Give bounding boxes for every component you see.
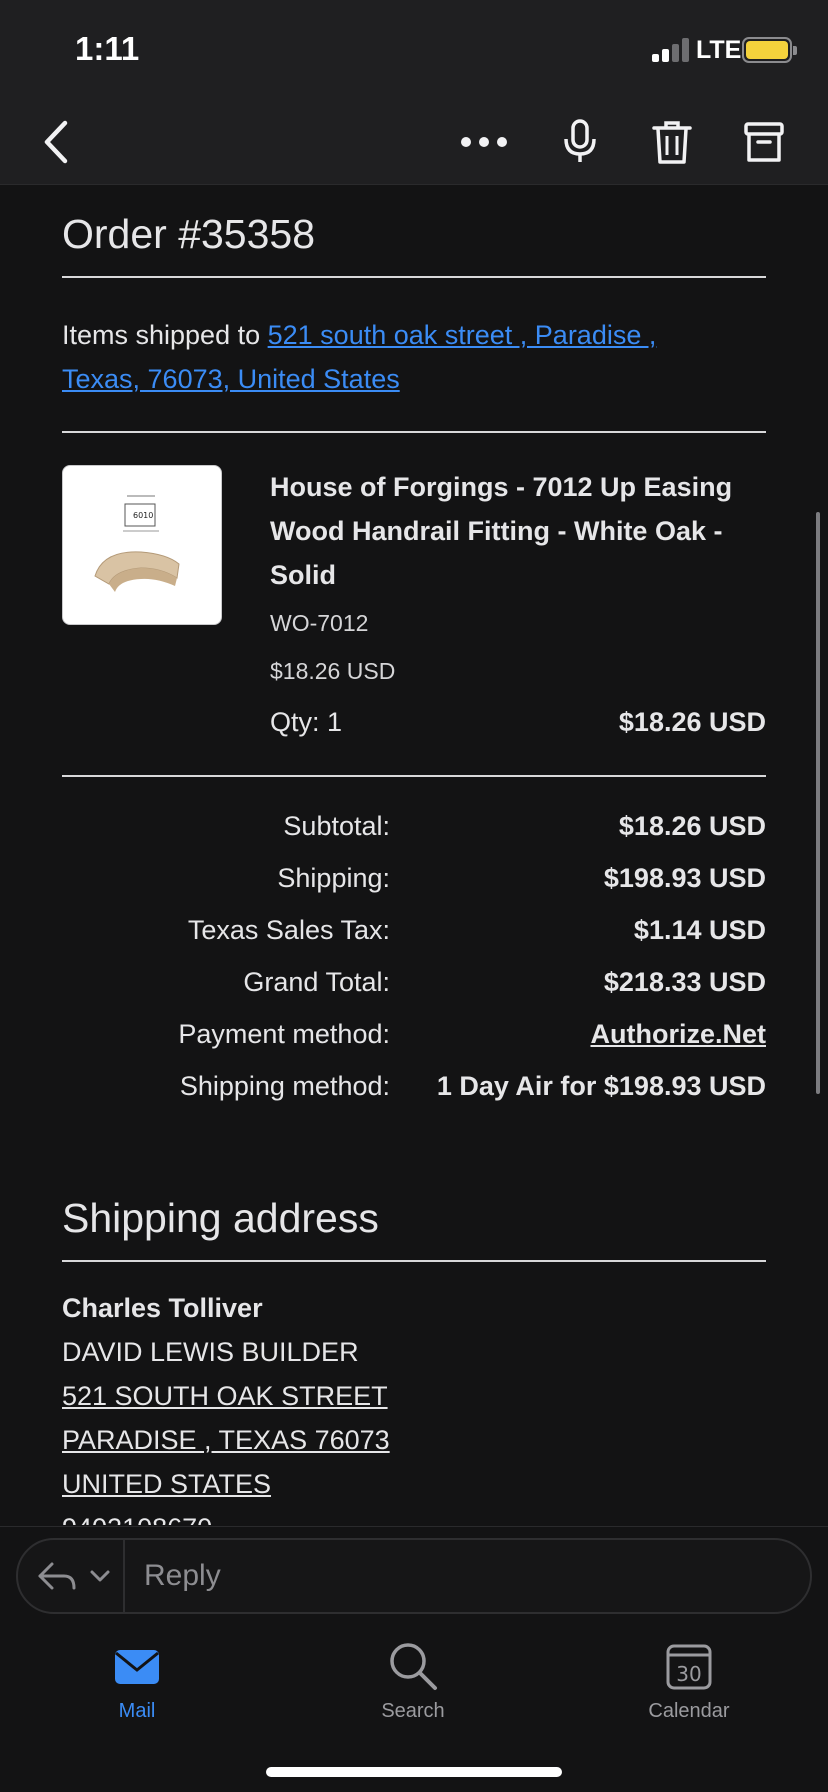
svg-text:6010: 6010 — [133, 511, 153, 520]
shipping-company: DAVID LEWIS BUILDER — [62, 1337, 359, 1367]
reply-bar: Reply — [0, 1526, 828, 1622]
more-icon — [461, 137, 507, 147]
reply-options-button[interactable] — [36, 1558, 126, 1598]
reply-arrow-icon — [38, 1562, 110, 1590]
totals-label: Shipping method: — [179, 1071, 390, 1101]
home-indicator[interactable] — [266, 1767, 562, 1777]
trash-icon — [652, 121, 692, 164]
divider — [62, 1260, 766, 1262]
status-bar: 1:11 LTE — [0, 0, 828, 100]
divider — [62, 431, 766, 433]
tab-label: Mail — [118, 1700, 156, 1722]
totals-value: $198.93 USD — [603, 863, 766, 893]
shipping-address-title: Shipping address — [62, 1195, 379, 1241]
divider — [62, 775, 766, 777]
totals-label: Payment method: — [178, 1019, 390, 1049]
back-chevron-icon — [44, 120, 68, 164]
tab-label: Calendar — [648, 1700, 730, 1722]
totals-value: $218.33 USD — [603, 967, 766, 997]
scrollbar[interactable] — [816, 512, 820, 1094]
more-button[interactable] — [458, 116, 510, 168]
tab-mail[interactable]: Mail — [67, 1640, 207, 1723]
totals-label: Subtotal: — [283, 811, 390, 841]
network-type: LTE — [696, 36, 742, 64]
calendar-day: 30 — [676, 1662, 701, 1686]
totals-row-payment-method: Payment method: Authorize.Net — [62, 1019, 766, 1059]
totals-row-shipping-method: Shipping method: 1 Day Air for $198.93 U… — [62, 1071, 766, 1111]
signal-strength-icon — [652, 38, 689, 62]
shipped-to-label: Items shipped to — [62, 320, 268, 350]
shipping-street-link[interactable]: 521 SOUTH OAK STREET — [62, 1381, 388, 1412]
product-image[interactable]: 6010 — [62, 465, 222, 625]
payment-method-link[interactable]: Authorize.Net — [591, 1019, 767, 1050]
product-sku: WO-7012 — [270, 610, 369, 636]
shipping-city-link[interactable]: PARADISE , TEXAS 76073 — [62, 1425, 390, 1456]
calendar-icon: 30 — [666, 1644, 712, 1690]
archive-icon — [744, 122, 784, 162]
totals-label: Texas Sales Tax: — [187, 915, 390, 945]
back-button[interactable] — [30, 116, 82, 168]
reply-field[interactable]: Reply — [16, 1538, 812, 1614]
totals-value: $1.14 USD — [633, 915, 766, 945]
totals-row-grand-total: Grand Total: $218.33 USD — [62, 967, 766, 1007]
email-body[interactable]: Order #35358 Items shipped to 521 south … — [0, 185, 828, 1525]
totals-value: $18.26 USD — [618, 811, 766, 841]
order-title: Order #35358 — [62, 211, 316, 257]
tab-search[interactable]: Search — [343, 1640, 483, 1723]
shipping-country-link[interactable]: UNITED STATES — [62, 1469, 271, 1500]
shipped-to-text: Items shipped to 521 south oak street , … — [62, 313, 766, 401]
message-toolbar — [0, 100, 828, 185]
shipping-phone-link[interactable]: 9402108670 — [62, 1513, 212, 1525]
totals-row-tax: Texas Sales Tax: $1.14 USD — [62, 915, 766, 955]
product-name: House of Forgings - 7012 Up Easing Wood … — [270, 472, 733, 590]
tab-label: Search — [381, 1700, 445, 1722]
microphone-icon — [564, 119, 596, 162]
search-icon — [390, 1643, 437, 1690]
shipping-name: Charles Tolliver — [62, 1293, 263, 1323]
totals-value: 1 Day Air for $198.93 USD — [436, 1071, 766, 1101]
totals-label: Shipping: — [277, 863, 390, 893]
totals-row-shipping: Shipping: $198.93 USD — [62, 863, 766, 903]
dictation-button[interactable] — [554, 116, 606, 168]
reply-separator — [123, 1540, 125, 1612]
battery-icon — [742, 37, 797, 63]
totals-label: Grand Total: — [243, 967, 390, 997]
delete-button[interactable] — [646, 116, 698, 168]
product-unit-price: $18.26 USD — [270, 658, 396, 684]
archive-button[interactable] — [738, 116, 790, 168]
reply-placeholder: Reply — [144, 1559, 221, 1592]
divider — [62, 276, 766, 278]
tab-calendar[interactable]: 30 Calendar — [619, 1640, 759, 1723]
status-time: 1:11 — [75, 30, 140, 67]
totals-row-subtotal: Subtotal: $18.26 USD — [62, 811, 766, 851]
mail-icon — [115, 1650, 159, 1684]
product-quantity: Qty: 1 — [270, 707, 343, 737]
product-line-total: $18.26 USD — [618, 707, 766, 737]
